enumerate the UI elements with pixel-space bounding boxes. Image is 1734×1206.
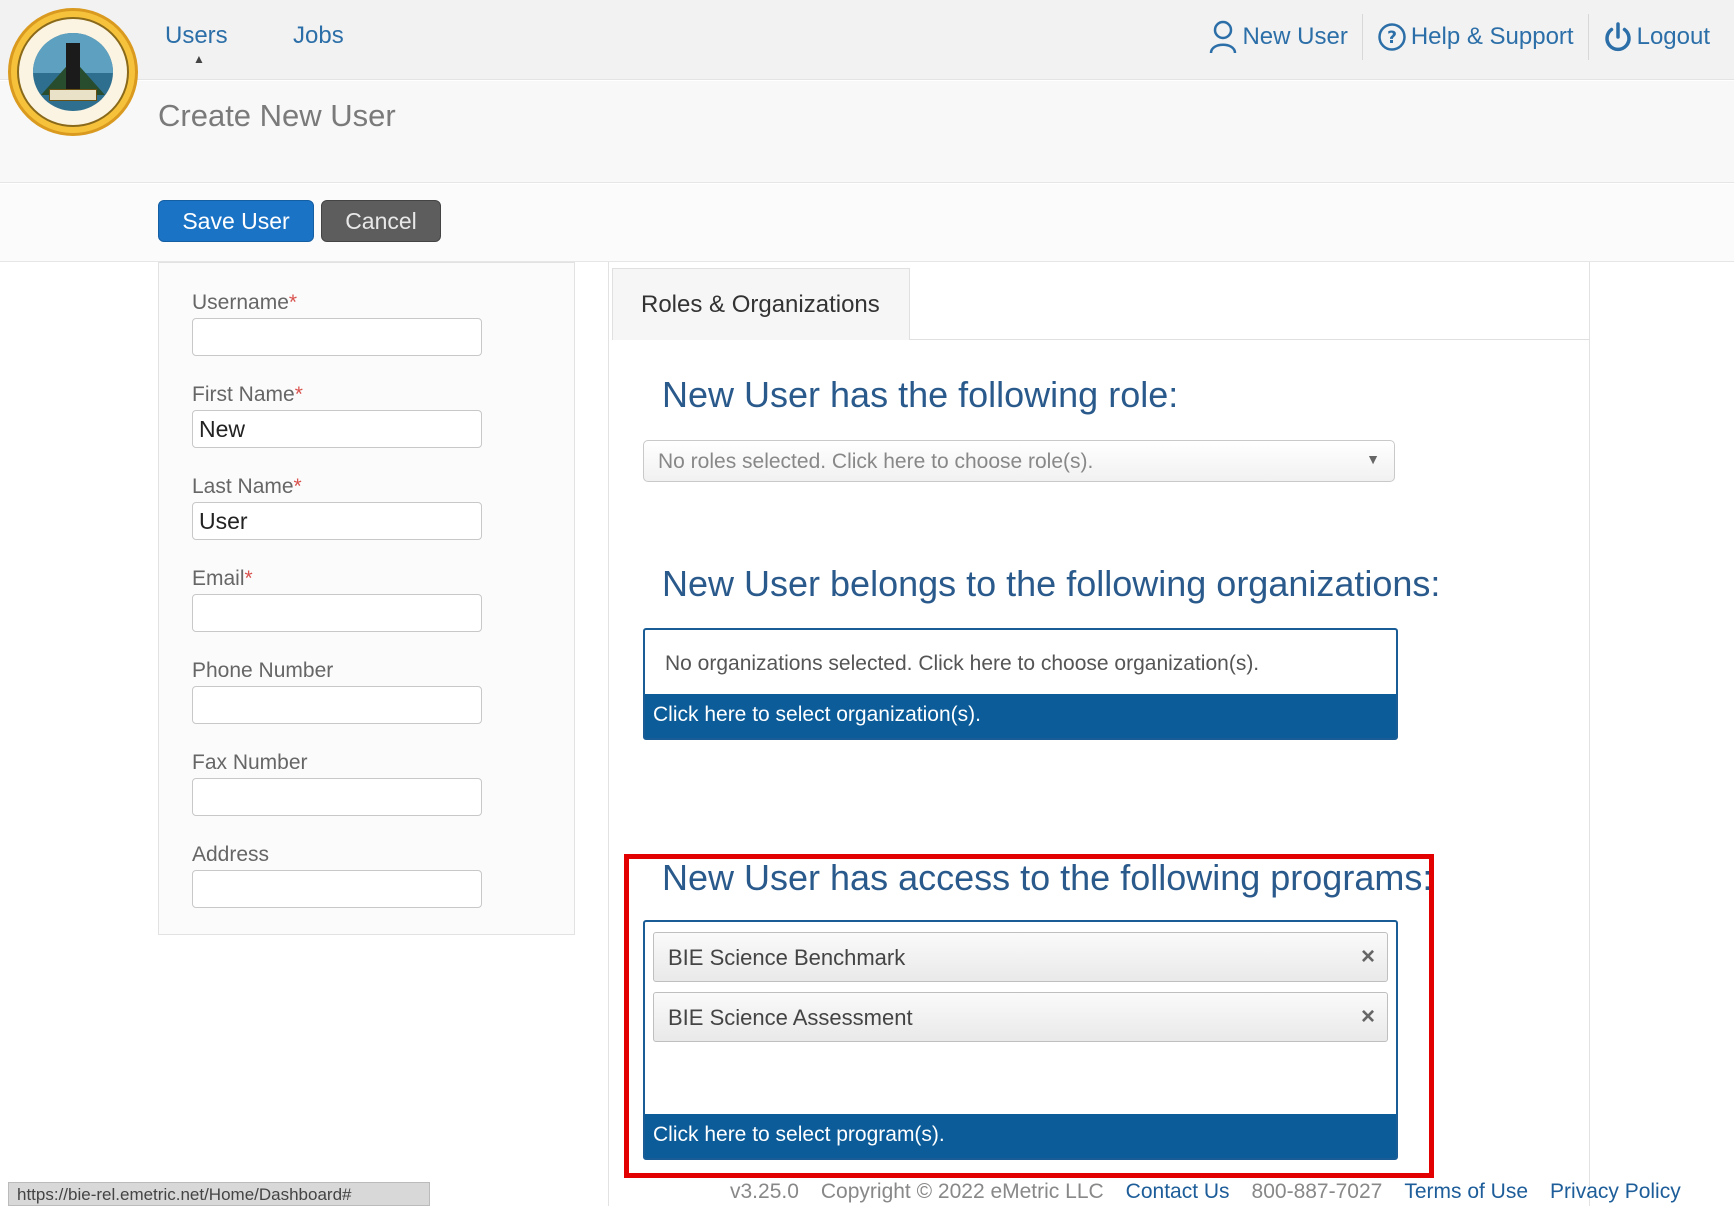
contact-us-link[interactable]: Contact Us	[1126, 1180, 1230, 1204]
first-name-label: First Name*	[192, 383, 303, 406]
status-bar-url: https://bie-rel.emetric.net/Home/Dashboa…	[8, 1182, 430, 1206]
power-icon	[1604, 22, 1631, 52]
tab-label: Roles & Organizations	[641, 290, 880, 318]
header-actions: New User ? Help & Support Logout	[1194, 14, 1724, 60]
email-label: Email*	[192, 567, 253, 590]
tab-divider	[910, 339, 1590, 340]
address-input[interactable]	[192, 870, 482, 908]
phone-text: 800-887-7027	[1251, 1180, 1383, 1203]
nav-jobs[interactable]: Jobs	[293, 22, 344, 50]
email-input[interactable]	[192, 594, 482, 632]
program-chip-label: BIE Science Benchmark	[668, 945, 906, 970]
privacy-policy-link[interactable]: Privacy Policy	[1550, 1180, 1681, 1204]
footer: v3.25.0 Copyright © 2022 eMetric LLC Con…	[730, 1180, 1681, 1204]
username-label: Username*	[192, 291, 298, 314]
username-input[interactable]	[192, 318, 482, 356]
nav-jobs-label: Jobs	[293, 22, 344, 49]
program-chip-label: BIE Science Assessment	[668, 1005, 913, 1030]
roles-heading: New User has the following role:	[662, 374, 1179, 415]
active-caret-icon: ▲	[193, 52, 205, 66]
nav-users[interactable]: Users ▲	[165, 22, 228, 66]
page-title: Create New User	[158, 98, 396, 133]
version-text: v3.25.0	[730, 1180, 799, 1203]
phone-number-label: Phone Number	[192, 659, 334, 682]
tab-roles-organizations[interactable]: Roles & Organizations	[612, 268, 910, 340]
copyright-text: Copyright © 2022 eMetric LLC	[820, 1180, 1104, 1203]
programs-box[interactable]: BIE Science Benchmark × BIE Science Asse…	[643, 920, 1398, 1160]
fax-number-label: Fax Number	[192, 751, 308, 774]
programs-heading: New User has access to the following pro…	[662, 857, 1433, 898]
new-user-link[interactable]: New User	[1194, 14, 1361, 60]
dropdown-arrow-icon: ▼	[1366, 451, 1380, 467]
svg-text:?: ?	[1387, 28, 1397, 48]
fax-number-input[interactable]	[192, 778, 482, 816]
remove-program-icon[interactable]: ×	[1361, 1003, 1375, 1031]
organizations-heading: New User belongs to the following organi…	[662, 563, 1441, 604]
organizations-box[interactable]: No organizations selected. Click here to…	[643, 628, 1398, 740]
last-name-label: Last Name*	[192, 475, 302, 498]
cancel-button[interactable]: Cancel	[321, 200, 441, 242]
phone-number-input[interactable]	[192, 686, 482, 724]
help-support-label: Help & Support	[1410, 23, 1574, 50]
logout-label: Logout	[1636, 23, 1710, 50]
last-name-input[interactable]	[192, 502, 482, 540]
logout-link[interactable]: Logout	[1587, 14, 1724, 60]
terms-of-use-link[interactable]: Terms of Use	[1404, 1180, 1528, 1204]
user-icon	[1210, 20, 1237, 54]
logo-emblem	[33, 33, 113, 111]
new-user-label: New User	[1242, 23, 1348, 50]
address-label: Address	[192, 843, 270, 866]
select-programs-button[interactable]: Click here to select program(s).	[645, 1114, 1396, 1158]
program-chip: BIE Science Benchmark ×	[653, 932, 1388, 982]
organizations-empty-message: No organizations selected. Click here to…	[665, 652, 1260, 675]
first-name-input[interactable]	[192, 410, 482, 448]
nav-users-label: Users	[165, 22, 228, 49]
roles-placeholder: No roles selected. Click here to choose …	[658, 450, 1094, 473]
select-organizations-button[interactable]: Click here to select organization(s).	[645, 694, 1396, 738]
program-chip: BIE Science Assessment ×	[653, 992, 1388, 1042]
help-support-link[interactable]: ? Help & Support	[1361, 14, 1588, 60]
bureau-of-indian-education-logo[interactable]	[8, 8, 138, 136]
remove-program-icon[interactable]: ×	[1361, 943, 1375, 971]
help-icon: ?	[1378, 23, 1406, 51]
save-user-button[interactable]: Save User	[158, 200, 314, 242]
roles-select[interactable]: No roles selected. Click here to choose …	[643, 440, 1395, 482]
